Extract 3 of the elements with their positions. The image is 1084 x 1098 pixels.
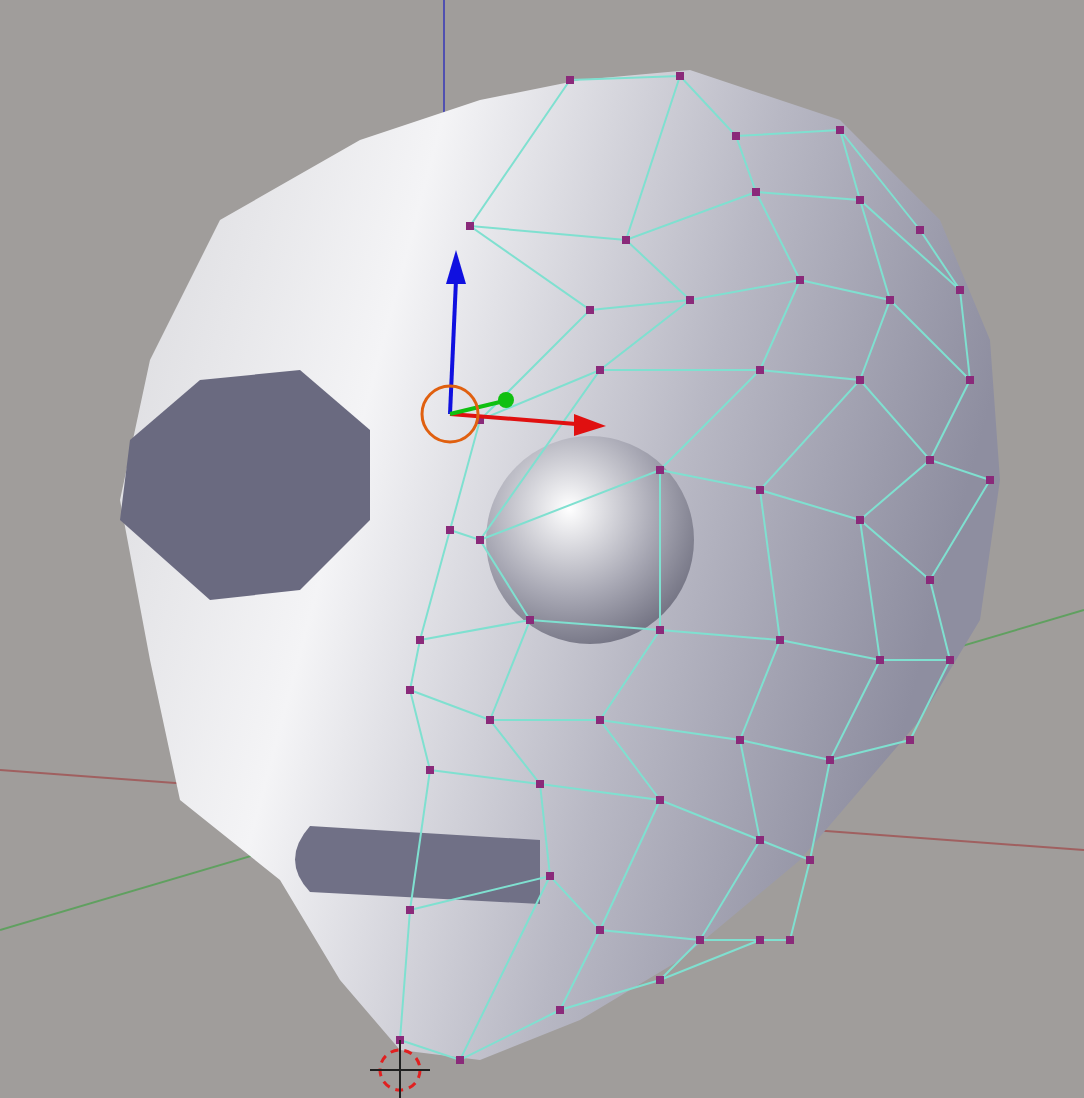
3d-viewport[interactable] (0, 0, 1084, 1098)
3d-cursor-icon (369, 1039, 431, 1098)
transform-gizmo-drawing[interactable] (420, 250, 606, 444)
